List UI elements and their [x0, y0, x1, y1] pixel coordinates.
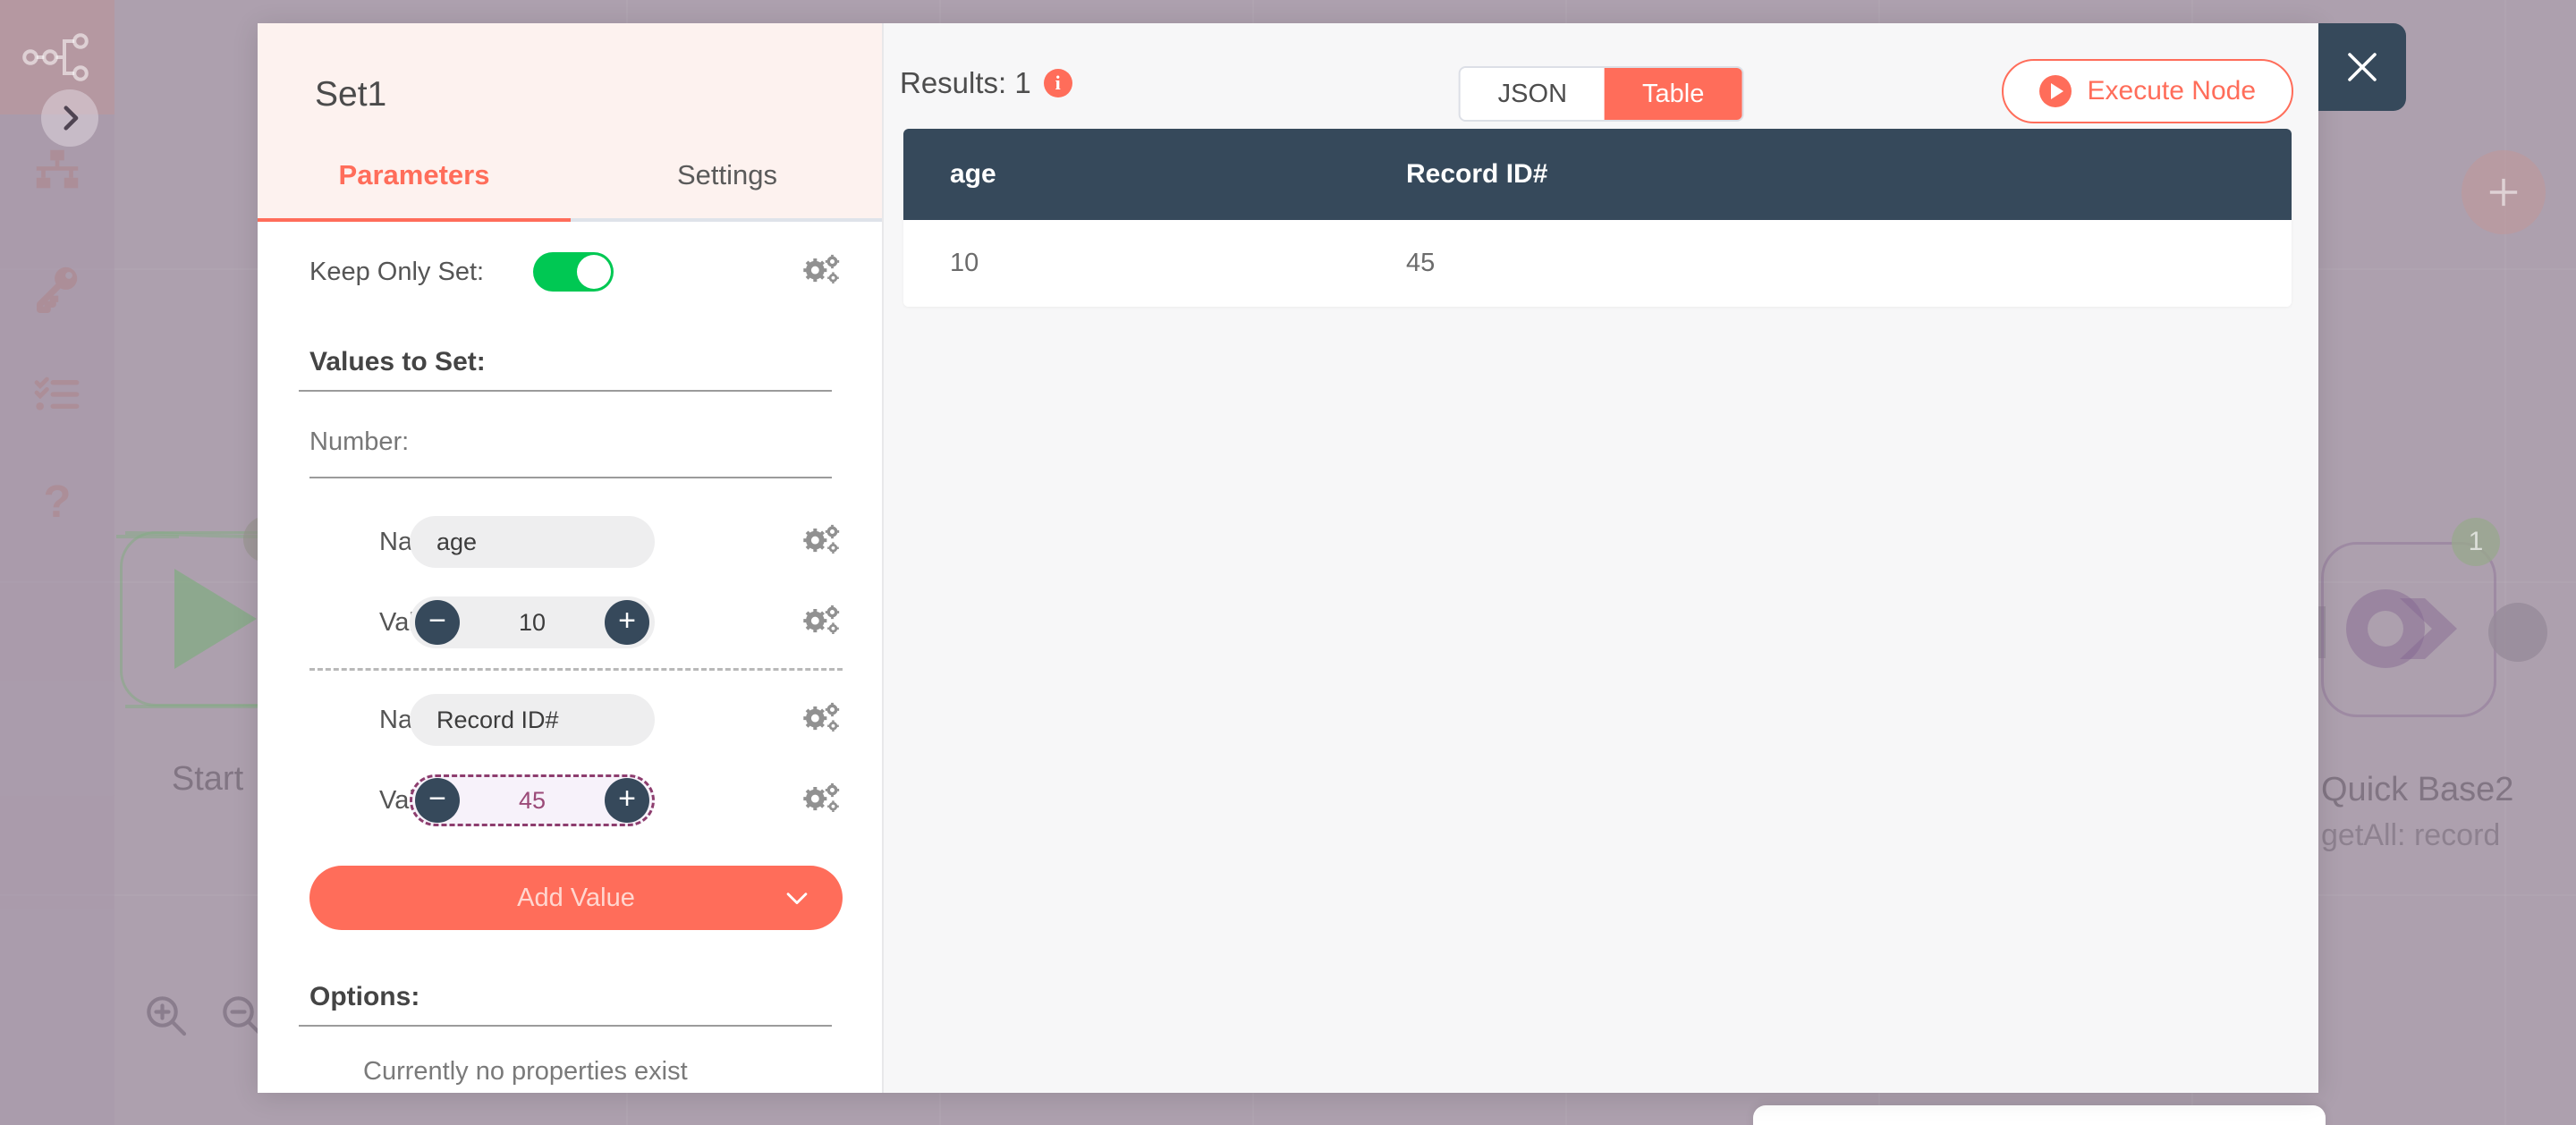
name-row: Name: Record ID#: [309, 680, 843, 760]
entry-separator: [309, 668, 843, 671]
checklist-icon: [34, 376, 80, 410]
table-header-row: age Record ID#: [903, 129, 2292, 220]
parameters-pane: Set1 Parameters Settings Keep Only Set:: [258, 23, 884, 1093]
question-mark-icon: ?: [43, 476, 71, 527]
name-input[interactable]: Record ID#: [410, 694, 655, 746]
canvas-node-quickbase2-label: Quick Base2: [2321, 771, 2514, 808]
results-count: Results: 1 i: [900, 66, 1072, 100]
node-run-count-badge: 1: [2452, 518, 2500, 566]
increment-button[interactable]: +: [605, 600, 649, 645]
parameters-body: Keep Only Set: Values to Set: Number: ag…: [258, 222, 884, 1093]
sidebar-item-executions[interactable]: [0, 362, 114, 427]
minus-icon: −: [428, 604, 446, 638]
value-entry: Name: age Value:: [258, 502, 884, 663]
value-stepper[interactable]: − 10 +: [410, 596, 655, 648]
canvas-node-quickbase2-sublabel: getAll: record: [2321, 818, 2501, 852]
value-label: Value:: [309, 786, 451, 816]
play-circle-icon: [2038, 75, 2072, 107]
zoom-in-icon: [147, 996, 187, 1036]
toggle-knob: [577, 255, 611, 289]
minus-icon: −: [428, 782, 446, 816]
svg-text:?: ?: [43, 476, 71, 527]
workflow-logo-icon: [22, 33, 89, 81]
cogs-icon[interactable]: [801, 781, 843, 820]
cell-age: 10: [903, 220, 1360, 307]
values-to-set-title: Values to Set:: [309, 347, 486, 376]
column-header-record-id[interactable]: Record ID#: [1360, 129, 2292, 220]
app-sidebar[interactable]: ?: [0, 0, 114, 1125]
close-button[interactable]: [2318, 23, 2406, 111]
decrement-button[interactable]: −: [415, 778, 460, 823]
play-triangle-icon: [174, 569, 257, 669]
sitemap-icon: [36, 149, 79, 189]
tab-json[interactable]: JSON: [1460, 68, 1606, 120]
keep-only-set-label: Keep Only Set:: [309, 257, 485, 286]
sidebar-item-credentials[interactable]: [0, 255, 114, 319]
plus-icon: [2489, 178, 2518, 207]
value-label: Value:: [309, 608, 451, 638]
section-divider: [299, 390, 832, 392]
value-row: Value: − 45 +: [309, 760, 843, 841]
decrement-button[interactable]: −: [415, 600, 460, 645]
increment-button[interactable]: +: [605, 778, 649, 823]
plus-icon: +: [618, 604, 636, 638]
page-title: Set1: [315, 75, 387, 114]
column-header-age[interactable]: age: [903, 129, 1360, 220]
bottom-panel[interactable]: [1753, 1105, 2326, 1125]
results-pane: Results: 1 i JSON Table Execute Node age…: [884, 23, 2318, 1093]
options-title: Options:: [309, 982, 420, 1011]
results-header: Results: 1 i JSON Table Execute Node: [884, 23, 2318, 129]
plus-icon: +: [618, 782, 636, 816]
add-node-button[interactable]: [2462, 150, 2546, 234]
name-label: Name:: [309, 706, 455, 735]
keep-only-set-row: Keep Only Set:: [258, 222, 884, 322]
table-row[interactable]: 10 45: [903, 220, 2292, 307]
zoom-in-button[interactable]: [134, 984, 197, 1046]
key-icon: [37, 266, 78, 313]
cogs-icon[interactable]: [801, 700, 843, 740]
add-value-button[interactable]: Add Value: [309, 866, 843, 930]
chevron-right-icon: [64, 106, 79, 131]
value-number: 10: [518, 608, 547, 636]
no-properties-text: Currently no properties exist: [363, 1057, 688, 1086]
results-count-label: Results: 1: [900, 66, 1031, 99]
tab-bar: Parameters Settings: [258, 159, 884, 222]
quickbase-logo-icon: [2346, 589, 2457, 668]
cell-record-id: 45: [1360, 220, 2292, 307]
number-subfield-label: Number:: [309, 427, 832, 478]
execute-node-button[interactable]: Execute Node: [2001, 59, 2293, 123]
results-table: age Record ID# 10 45: [903, 129, 2292, 307]
add-value-label: Add Value: [517, 883, 635, 912]
name-input[interactable]: age: [410, 516, 655, 568]
value-row: Value: − 10 +: [309, 582, 843, 663]
info-icon[interactable]: i: [1043, 69, 1072, 97]
value-stepper[interactable]: − 45 +: [410, 774, 655, 826]
cogs-icon[interactable]: [801, 603, 843, 642]
cogs-icon[interactable]: [801, 252, 843, 292]
section-divider: [299, 1025, 832, 1027]
execute-node-label: Execute Node: [2087, 76, 2256, 106]
canvas-node-quickbase2[interactable]: [2321, 542, 2496, 717]
parameters-header: Set1 Parameters Settings: [258, 23, 884, 222]
sidebar-item-help[interactable]: ?: [0, 469, 114, 534]
tab-table[interactable]: Table: [1605, 68, 1742, 120]
chevron-down-icon: [786, 892, 808, 905]
value-number: 45: [518, 786, 547, 814]
keep-only-set-toggle[interactable]: [533, 252, 614, 292]
view-mode-toggle: JSON Table: [1458, 66, 1744, 122]
tab-parameters[interactable]: Parameters: [258, 159, 571, 222]
value-entry: Name: Record ID# Value:: [258, 680, 884, 841]
tab-settings[interactable]: Settings: [571, 159, 884, 218]
sidebar-item-workflows[interactable]: [0, 139, 114, 203]
node-output-port[interactable]: [2488, 603, 2547, 662]
cogs-icon[interactable]: [801, 522, 843, 562]
close-icon: [2348, 53, 2377, 81]
node-settings-modal: Set1 Parameters Settings Keep Only Set:: [258, 23, 2318, 1093]
name-row: Name: age: [309, 502, 843, 582]
name-label: Name:: [309, 528, 455, 557]
